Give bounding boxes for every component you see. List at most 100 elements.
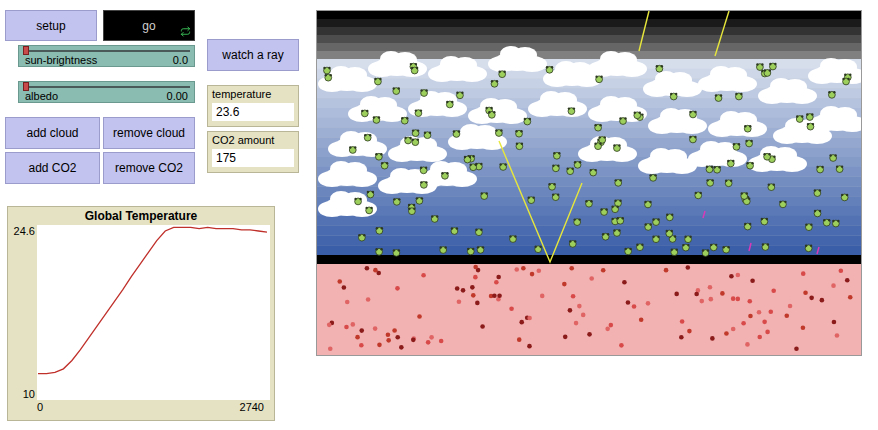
cloud	[528, 91, 587, 117]
co2-molecule	[744, 223, 751, 230]
co2-molecule	[735, 93, 742, 100]
slider-label: sun-brightness	[25, 55, 97, 66]
cloud	[448, 124, 507, 150]
co2-molecule	[358, 234, 365, 241]
cloud	[388, 136, 447, 162]
co2-molecule	[600, 208, 607, 215]
slider[interactable]: albedo0.00	[18, 81, 195, 103]
sunray	[639, 11, 649, 51]
co2-molecule	[806, 113, 813, 120]
infrared-ray	[749, 243, 751, 251]
co2-molecule	[617, 217, 624, 224]
co2-molecule	[408, 207, 415, 214]
monitor-value: 175	[212, 149, 294, 167]
go-button[interactable]: go	[103, 10, 195, 41]
netlogo-interface: setupgo sun-brightness0.0 albedo0.00 add cl…	[0, 0, 878, 430]
co2-molecule	[412, 129, 419, 136]
cloud	[318, 161, 377, 187]
co2-molecule	[323, 67, 330, 74]
co2-molecule	[568, 107, 575, 114]
co2-molecule	[431, 215, 438, 222]
cloud	[758, 78, 817, 104]
co2-molecule	[546, 66, 553, 73]
co2-molecule	[552, 165, 559, 172]
x-min-label: 0	[37, 400, 43, 414]
co2-molecule	[684, 236, 691, 243]
co2-molecule	[516, 143, 523, 150]
co2-molecule	[741, 192, 748, 199]
co2-molecule	[552, 193, 559, 200]
co2-molecule	[488, 111, 495, 118]
co2-molecule	[595, 76, 602, 83]
co2-molecule	[763, 153, 770, 160]
co2-molecule	[548, 183, 555, 190]
co2-molecule	[702, 249, 709, 256]
slider-handle[interactable]	[23, 82, 29, 91]
co2-molecule	[420, 181, 427, 188]
co2-molecule	[727, 160, 734, 167]
co2-molecule	[361, 110, 368, 117]
cloud	[408, 91, 467, 117]
co2-molecule	[715, 94, 722, 101]
co2-molecule	[404, 137, 411, 144]
co2-molecule	[745, 140, 752, 147]
co2-molecule	[615, 179, 622, 186]
co2-molecule	[644, 223, 651, 230]
co2-molecule	[375, 248, 382, 255]
remove-co2-button[interactable]: remove CO2	[103, 152, 195, 184]
co2-molecule	[636, 244, 643, 251]
slider[interactable]: sun-brightness0.0	[18, 45, 195, 67]
cloud	[648, 108, 707, 134]
co2-molecule	[439, 246, 446, 253]
co2-molecule	[613, 144, 620, 151]
co2-molecule	[713, 166, 720, 173]
world-view	[317, 11, 861, 355]
x-max-label: 2740	[240, 400, 270, 414]
co2-molecule	[498, 71, 505, 78]
co2-molecule	[364, 134, 371, 141]
co2-molecule	[828, 91, 835, 98]
add-cloud-button[interactable]: add cloud	[5, 117, 100, 149]
co2-molecule	[495, 129, 502, 136]
co2-molecule	[365, 207, 372, 214]
co2-molecule	[566, 167, 573, 174]
plot-title: Global Temperature	[8, 207, 274, 225]
co2-molecule	[401, 117, 408, 124]
co2-molecule	[509, 235, 516, 242]
cloud	[428, 56, 487, 82]
co2-molecule	[441, 172, 448, 179]
cloud	[318, 191, 377, 217]
temperature-line	[38, 227, 267, 373]
cloud	[698, 66, 757, 92]
y-min-label: 10	[8, 388, 35, 400]
co2-molecule	[814, 210, 821, 217]
cloud	[578, 136, 637, 162]
co2-molecule	[656, 65, 663, 72]
earth	[317, 264, 861, 355]
watch-ray-button[interactable]: watch a ray	[207, 39, 299, 71]
co2-molecule	[354, 198, 361, 205]
co2-molecule	[393, 249, 400, 256]
co2-molecule	[744, 125, 751, 132]
co2-molecule	[376, 227, 383, 234]
co2-molecule	[491, 80, 498, 87]
co2-molecule	[374, 78, 381, 85]
sunray	[715, 11, 729, 56]
co2-molecule	[453, 130, 460, 137]
co2-molecule	[367, 191, 374, 198]
remove-cloud-button[interactable]: remove cloud	[103, 117, 195, 149]
co2-molecule	[553, 152, 560, 159]
slider-handle[interactable]	[23, 46, 29, 55]
add-co2-button[interactable]: add CO2	[5, 152, 100, 184]
cloud	[808, 58, 861, 84]
co2-molecule	[805, 223, 812, 230]
slider-value: 0.00	[167, 91, 188, 102]
co2-molecule	[464, 156, 471, 163]
plot: Global Temperature24.61002740	[7, 206, 275, 421]
co2-molecule	[652, 218, 659, 225]
co2-molecule	[832, 220, 839, 227]
co2-molecule	[590, 169, 597, 176]
setup-button[interactable]: setup	[5, 10, 97, 41]
co2-molecule	[594, 142, 601, 149]
co2-molecule	[619, 117, 626, 124]
